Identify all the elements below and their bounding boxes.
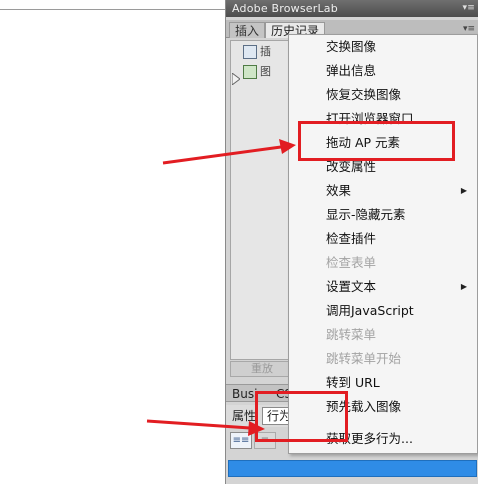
menu-item-label: 效果 xyxy=(326,183,352,198)
menu-item-set-text[interactable]: 设置文本 ▶ xyxy=(289,275,477,299)
menu-item-label: 设置文本 xyxy=(326,279,377,294)
image-icon xyxy=(243,65,257,79)
document-area[interactable] xyxy=(0,0,225,484)
panel-title-bar[interactable]: Adobe BrowserLab ▾≡ xyxy=(226,0,478,17)
menu-item-jump-menu: 跳转菜单 xyxy=(289,323,477,347)
menu-item-jump-menu-go: 跳转菜单开始 xyxy=(289,347,477,371)
menu-item-validate-form: 检查表单 xyxy=(289,251,477,275)
menu-item-label: 跳转菜单 xyxy=(326,327,377,342)
menu-item-effects[interactable]: 效果 ▶ xyxy=(289,179,477,203)
selected-behavior-row[interactable] xyxy=(228,460,477,477)
replay-button[interactable]: 重放 xyxy=(230,361,294,377)
menu-item-call-javascript[interactable]: 调用JavaScript xyxy=(289,299,477,323)
menu-item-label: 恢复交换图像 xyxy=(326,87,402,102)
show-set-events-icon[interactable]: ≡≡ xyxy=(230,432,252,449)
menu-item-check-plugin[interactable]: 检查插件 xyxy=(289,227,477,251)
screenshot-stage: Adobe BrowserLab ▾≡ 插入 历史记录 ▾≡ 插 图 重放 Bu… xyxy=(0,0,478,484)
menu-item-swap-image[interactable]: 交换图像 xyxy=(289,35,477,59)
highlight-box-behavior-tab xyxy=(255,391,348,442)
menu-item-label: 显示-隐藏元素 xyxy=(326,207,406,222)
menu-item-show-hide-elements[interactable]: 显示-隐藏元素 xyxy=(289,203,477,227)
panel-menu-icon[interactable]: ▾≡ xyxy=(463,0,475,17)
history-slider-icon[interactable] xyxy=(232,73,240,85)
menu-item-label: 调用JavaScript xyxy=(326,303,414,318)
highlight-box-menu-item xyxy=(298,121,455,161)
properties-label: 属性 xyxy=(232,409,257,423)
menu-item-popup-message[interactable]: 弹出信息 xyxy=(289,59,477,83)
tab-insert[interactable]: 插入 xyxy=(229,22,266,38)
tab-business[interactable]: Busi xyxy=(232,385,257,403)
insert-div-icon xyxy=(243,45,257,59)
menu-item-label: 检查表单 xyxy=(326,255,377,270)
submenu-arrow-icon: ▶ xyxy=(460,186,467,195)
menu-item-label: 弹出信息 xyxy=(326,63,377,78)
panel-title: Adobe BrowserLab xyxy=(232,2,338,15)
history-item-label: 图 xyxy=(260,65,271,78)
document-divider xyxy=(0,9,225,10)
menu-item-label: 检查插件 xyxy=(326,231,377,246)
menu-item-label: 交换图像 xyxy=(326,39,377,54)
submenu-arrow-icon: ▶ xyxy=(460,282,467,291)
history-item-label: 插 xyxy=(260,45,271,58)
history-list[interactable]: 插 图 xyxy=(230,40,294,360)
menu-item-restore-swap-image[interactable]: 恢复交换图像 xyxy=(289,83,477,107)
menu-item-label: 跳转菜单开始 xyxy=(326,351,402,366)
